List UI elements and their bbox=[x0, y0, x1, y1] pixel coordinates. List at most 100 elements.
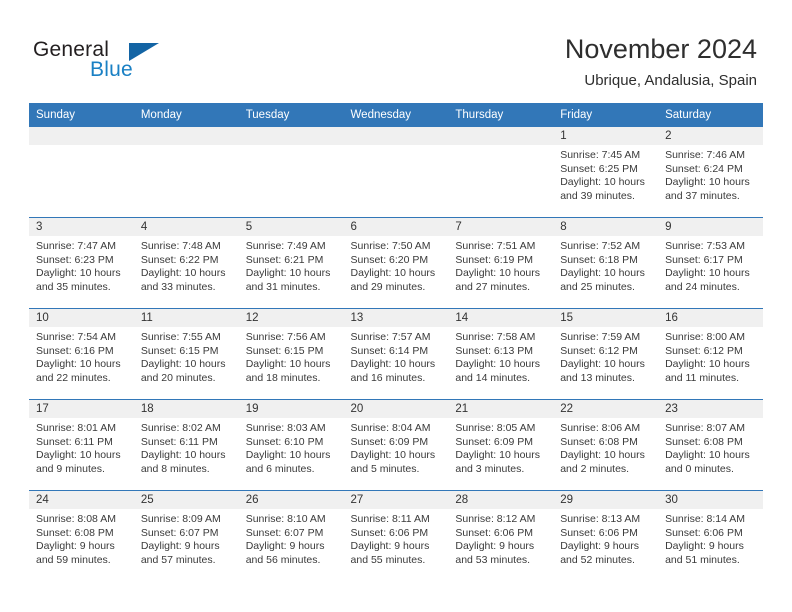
calendar-day-cell-empty bbox=[133, 127, 239, 218]
calendar-day-cell[interactable]: 26 Sunrise: 8:10 AM Sunset: 6:07 PM Dayligh… bbox=[238, 490, 344, 581]
calendar-table: Sunday Monday Tuesday Wednesday Thursday… bbox=[29, 103, 763, 581]
calendar-day-cell[interactable]: 8 Sunrise: 7:52 AM Sunset: 6:18 PM Daylight… bbox=[553, 217, 659, 309]
day-cell-inner: 28 Sunrise: 8:12 AM Sunset: 6:06 PM Dayligh… bbox=[448, 491, 554, 581]
calendar-day-cell[interactable]: 6 Sunrise: 7:50 AM Sunset: 6:20 PM Daylight… bbox=[343, 217, 449, 309]
sunrise-text: Sunrise: 8:06 AM bbox=[560, 422, 641, 434]
calendar-day-cell[interactable]: 7 Sunrise: 7:51 AM Sunset: 6:19 PM Daylight… bbox=[448, 217, 554, 309]
calendar-day-cell[interactable]: 28 Sunrise: 8:12 AM Sunset: 6:06 PM Dayligh… bbox=[448, 490, 554, 581]
day-cell-inner: 4 Sunrise: 7:48 AM Sunset: 6:22 PM Daylight… bbox=[133, 218, 239, 308]
calendar-day-cell[interactable]: 30 Sunrise: 8:14 AM Sunset: 6:06 PM Dayligh… bbox=[658, 490, 763, 581]
calendar-day-cell[interactable]: 5 Sunrise: 7:49 AM Sunset: 6:21 PM Daylight… bbox=[238, 217, 344, 309]
day-number: 16 bbox=[658, 309, 763, 327]
calendar-day-cell-empty bbox=[343, 127, 449, 218]
title-block: November 2024 Ubrique, Andalusia, Spain bbox=[565, 32, 757, 90]
calendar-day-cell[interactable]: 29 Sunrise: 8:13 AM Sunset: 6:06 PM Dayligh… bbox=[553, 490, 659, 581]
sunset-text: Sunset: 6:25 PM bbox=[560, 162, 638, 175]
calendar-day-cell[interactable]: 19 Sunrise: 8:03 AM Sunset: 6:10 PM Dayligh… bbox=[238, 399, 344, 491]
day-number bbox=[238, 127, 344, 145]
day-cell-inner: 6 Sunrise: 7:50 AM Sunset: 6:20 PM Daylight… bbox=[343, 218, 449, 308]
calendar-day-cell[interactable]: 18 Sunrise: 8:02 AM Sunset: 6:11 PM Dayligh… bbox=[133, 399, 239, 491]
sunset-text: Sunset: 6:16 PM bbox=[36, 344, 114, 357]
daylight-text: Daylight: 10 hours and 24 minutes. bbox=[665, 267, 750, 294]
day-details: Sunrise: 7:45 AM Sunset: 6:25 PM Daylight:… bbox=[553, 145, 658, 204]
daylight-text: Daylight: 9 hours and 53 minutes. bbox=[455, 540, 535, 567]
daylight-text: Daylight: 10 hours and 6 minutes. bbox=[245, 449, 331, 476]
calendar-day-cell[interactable]: 15 Sunrise: 7:59 AM Sunset: 6:12 PM Dayligh… bbox=[553, 308, 659, 400]
calendar-day-cell[interactable]: 27 Sunrise: 8:11 AM Sunset: 6:06 PM Dayligh… bbox=[343, 490, 449, 581]
calendar-day-cell[interactable]: 12 Sunrise: 7:56 AM Sunset: 6:15 PM Dayligh… bbox=[238, 308, 344, 400]
calendar-day-cell[interactable]: 9 Sunrise: 7:53 AM Sunset: 6:17 PM Daylight… bbox=[658, 217, 763, 309]
sunset-text: Sunset: 6:11 PM bbox=[140, 435, 218, 448]
day-cell-inner: 17 Sunrise: 8:01 AM Sunset: 6:11 PM Dayligh… bbox=[29, 400, 134, 490]
day-details: Sunrise: 7:52 AM Sunset: 6:18 PM Daylight:… bbox=[553, 236, 658, 295]
calendar-day-cell[interactable]: 11 Sunrise: 7:55 AM Sunset: 6:15 PM Dayligh… bbox=[133, 308, 239, 400]
day-details: Sunrise: 8:01 AM Sunset: 6:11 PM Daylight:… bbox=[29, 418, 134, 477]
calendar-day-cell[interactable]: 20 Sunrise: 8:04 AM Sunset: 6:09 PM Dayligh… bbox=[343, 399, 449, 491]
calendar-day-cell-empty bbox=[29, 127, 134, 218]
daylight-text: Daylight: 10 hours and 35 minutes. bbox=[36, 267, 121, 294]
calendar-day-cell[interactable]: 23 Sunrise: 8:07 AM Sunset: 6:08 PM Dayligh… bbox=[658, 399, 763, 491]
sunrise-text: Sunrise: 7:55 AM bbox=[140, 331, 221, 343]
daylight-text: Daylight: 9 hours and 56 minutes. bbox=[245, 540, 325, 567]
day-header-thursday: Thursday bbox=[448, 103, 554, 127]
logo-text-blue: Blue bbox=[90, 58, 133, 81]
day-number: 24 bbox=[29, 491, 134, 509]
day-cell-inner: 15 Sunrise: 7:59 AM Sunset: 6:12 PM Dayligh… bbox=[553, 309, 659, 399]
sunset-text: Sunset: 6:13 PM bbox=[455, 344, 534, 357]
day-details: Sunrise: 7:46 AM Sunset: 6:24 PM Daylight:… bbox=[658, 145, 763, 204]
sunset-text: Sunset: 6:09 PM bbox=[455, 435, 534, 448]
calendar-body: 1 Sunrise: 7:45 AM Sunset: 6:25 PM Daylight… bbox=[29, 127, 763, 581]
sunrise-text: Sunrise: 7:50 AM bbox=[350, 240, 431, 252]
day-number: 6 bbox=[343, 218, 449, 236]
day-details: Sunrise: 8:02 AM Sunset: 6:11 PM Daylight:… bbox=[134, 418, 239, 477]
day-number: 14 bbox=[448, 309, 554, 327]
sunset-text: Sunset: 6:15 PM bbox=[245, 344, 324, 357]
sunset-text: Sunset: 6:08 PM bbox=[560, 435, 638, 448]
page-subtitle: Ubrique, Andalusia, Spain bbox=[584, 72, 757, 89]
calendar-day-cell[interactable]: 16 Sunrise: 8:00 AM Sunset: 6:12 PM Dayligh… bbox=[658, 308, 763, 400]
daylight-text: Daylight: 10 hours and 31 minutes. bbox=[245, 267, 331, 294]
day-cell-inner bbox=[343, 127, 449, 217]
calendar-week-row: 3 Sunrise: 7:47 AM Sunset: 6:23 PM Daylight… bbox=[29, 217, 763, 309]
day-cell-inner: 11 Sunrise: 7:55 AM Sunset: 6:15 PM Dayligh… bbox=[133, 309, 239, 399]
day-number: 12 bbox=[238, 309, 344, 327]
sunset-text: Sunset: 6:06 PM bbox=[350, 526, 429, 539]
day-cell-inner: 19 Sunrise: 8:03 AM Sunset: 6:10 PM Dayligh… bbox=[238, 400, 344, 490]
calendar-day-cell[interactable]: 14 Sunrise: 7:58 AM Sunset: 6:13 PM Dayligh… bbox=[448, 308, 554, 400]
sunset-text: Sunset: 6:21 PM bbox=[245, 253, 324, 266]
sunset-text: Sunset: 6:08 PM bbox=[36, 526, 114, 539]
day-cell-inner: 10 Sunrise: 7:54 AM Sunset: 6:16 PM Dayligh… bbox=[29, 309, 134, 399]
daylight-text: Daylight: 10 hours and 20 minutes. bbox=[140, 358, 226, 385]
daylight-text: Daylight: 10 hours and 22 minutes. bbox=[36, 358, 121, 385]
daylight-text: Daylight: 10 hours and 9 minutes. bbox=[36, 449, 121, 476]
calendar-day-cell[interactable]: 2 Sunrise: 7:46 AM Sunset: 6:24 PM Daylight… bbox=[658, 127, 763, 218]
day-cell-inner bbox=[29, 127, 134, 217]
day-number: 26 bbox=[238, 491, 344, 509]
day-cell-inner: 26 Sunrise: 8:10 AM Sunset: 6:07 PM Dayligh… bbox=[238, 491, 344, 581]
calendar-day-cell[interactable]: 24 Sunrise: 8:08 AM Sunset: 6:08 PM Dayligh… bbox=[29, 490, 134, 581]
page-header: General Blue November 2024 Ubrique, Anda… bbox=[0, 0, 792, 103]
sunrise-text: Sunrise: 7:56 AM bbox=[245, 331, 326, 343]
day-details: Sunrise: 7:58 AM Sunset: 6:13 PM Daylight:… bbox=[448, 327, 553, 386]
sunrise-text: Sunrise: 8:02 AM bbox=[140, 422, 221, 434]
daylight-text: Daylight: 9 hours and 59 minutes. bbox=[36, 540, 115, 567]
daylight-text: Daylight: 10 hours and 13 minutes. bbox=[560, 358, 645, 385]
calendar-day-cell[interactable]: 17 Sunrise: 8:01 AM Sunset: 6:11 PM Dayligh… bbox=[29, 399, 134, 491]
calendar-header-row: Sunday Monday Tuesday Wednesday Thursday… bbox=[29, 103, 763, 127]
sunrise-text: Sunrise: 8:14 AM bbox=[665, 513, 746, 525]
calendar-day-cell[interactable]: 21 Sunrise: 8:05 AM Sunset: 6:09 PM Dayligh… bbox=[448, 399, 554, 491]
day-details: Sunrise: 8:12 AM Sunset: 6:06 PM Daylight:… bbox=[448, 509, 553, 568]
day-details: Sunrise: 7:48 AM Sunset: 6:22 PM Daylight:… bbox=[134, 236, 239, 295]
calendar-day-cell[interactable]: 25 Sunrise: 8:09 AM Sunset: 6:07 PM Dayligh… bbox=[133, 490, 239, 581]
calendar-day-cell[interactable]: 3 Sunrise: 7:47 AM Sunset: 6:23 PM Daylight… bbox=[29, 217, 134, 309]
calendar-day-cell[interactable]: 1 Sunrise: 7:45 AM Sunset: 6:25 PM Daylight… bbox=[553, 127, 659, 218]
daylight-text: Daylight: 9 hours and 52 minutes. bbox=[560, 540, 640, 567]
sunset-text: Sunset: 6:12 PM bbox=[560, 344, 638, 357]
day-details: Sunrise: 7:49 AM Sunset: 6:21 PM Daylight:… bbox=[239, 236, 344, 295]
calendar-day-cell[interactable]: 10 Sunrise: 7:54 AM Sunset: 6:16 PM Dayligh… bbox=[29, 308, 134, 400]
day-number bbox=[343, 127, 449, 145]
sunset-text: Sunset: 6:22 PM bbox=[140, 253, 219, 266]
calendar-day-cell[interactable]: 13 Sunrise: 7:57 AM Sunset: 6:14 PM Dayligh… bbox=[343, 308, 449, 400]
calendar-day-cell[interactable]: 22 Sunrise: 8:06 AM Sunset: 6:08 PM Dayligh… bbox=[553, 399, 659, 491]
calendar-day-cell[interactable]: 4 Sunrise: 7:48 AM Sunset: 6:22 PM Daylight… bbox=[133, 217, 239, 309]
